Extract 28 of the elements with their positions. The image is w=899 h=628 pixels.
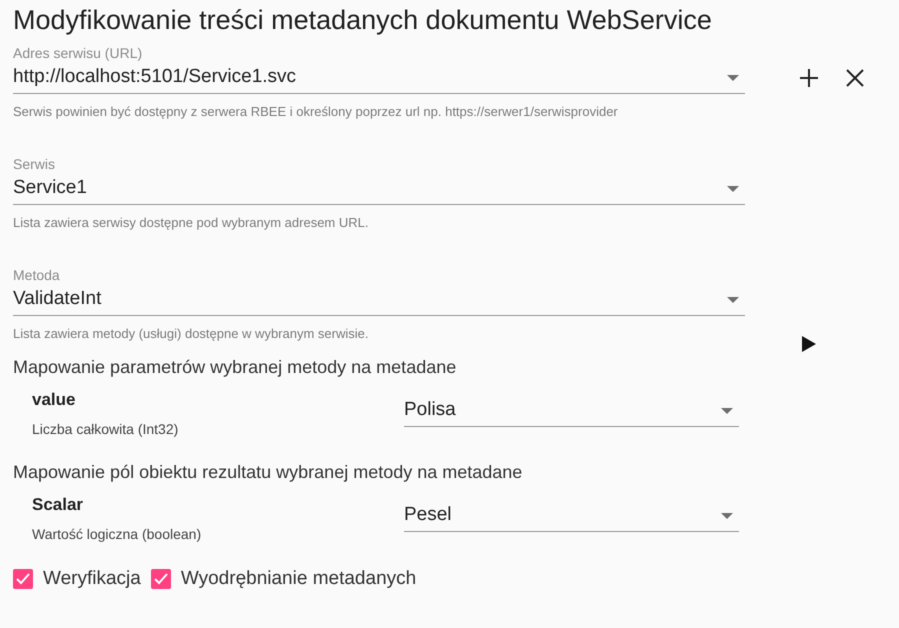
caret-icon	[721, 512, 733, 518]
checkbox[interactable]	[13, 569, 33, 590]
add-icon[interactable]	[797, 66, 821, 90]
parameter-name: Scalar	[32, 494, 84, 516]
field-label: Serwis	[13, 155, 56, 173]
parameter-type: Wartość logiczna (boolean)	[32, 525, 202, 544]
page-title: Modyfikowanie treści metadanych dokumentu WebService	[13, 4, 713, 37]
section-heading: Mapowanie parametrów wybranej metody na metadane	[13, 356, 458, 379]
dropdown-field[interactable]: Service1	[13, 173, 745, 205]
dropdown-field[interactable]: Polisa	[404, 395, 739, 427]
checkbox[interactable]	[150, 569, 171, 590]
dropdown-field[interactable]: ValidateInt	[13, 284, 745, 316]
caret-icon	[727, 296, 739, 302]
field-label: Metoda	[13, 266, 61, 284]
field-hint: Lista zawiera serwisy dostępne pod wybranym adresem URL.	[13, 214, 370, 232]
parameter-name: value	[32, 389, 76, 411]
caret-icon	[727, 186, 739, 192]
dropdown-field[interactable]: http://localhost:5101/Service1.svc	[13, 62, 745, 94]
checkbox-label: Wyodrębnianie metadanych	[180, 567, 416, 591]
parameter-type: Liczba całkowita (Int32)	[32, 420, 180, 439]
caret-icon	[727, 74, 739, 80]
field-hint: Serwis powinien być dostępny z serwera RBEE i określony poprzez url np. https://serwer1/serwisprovider	[13, 103, 619, 121]
caret-icon	[721, 408, 733, 414]
checkbox-label: Weryfikacja	[43, 567, 141, 591]
dropdown-field[interactable]: Pesel	[404, 500, 739, 532]
section-heading: Mapowanie pól obiektu rezultatu wybranej metody na metadane	[13, 461, 524, 484]
field-label: Adres serwisu (URL)	[13, 44, 144, 62]
field-hint: Lista zawiera metody (usługi) dostępne w wybranym serwisie.	[13, 325, 370, 343]
